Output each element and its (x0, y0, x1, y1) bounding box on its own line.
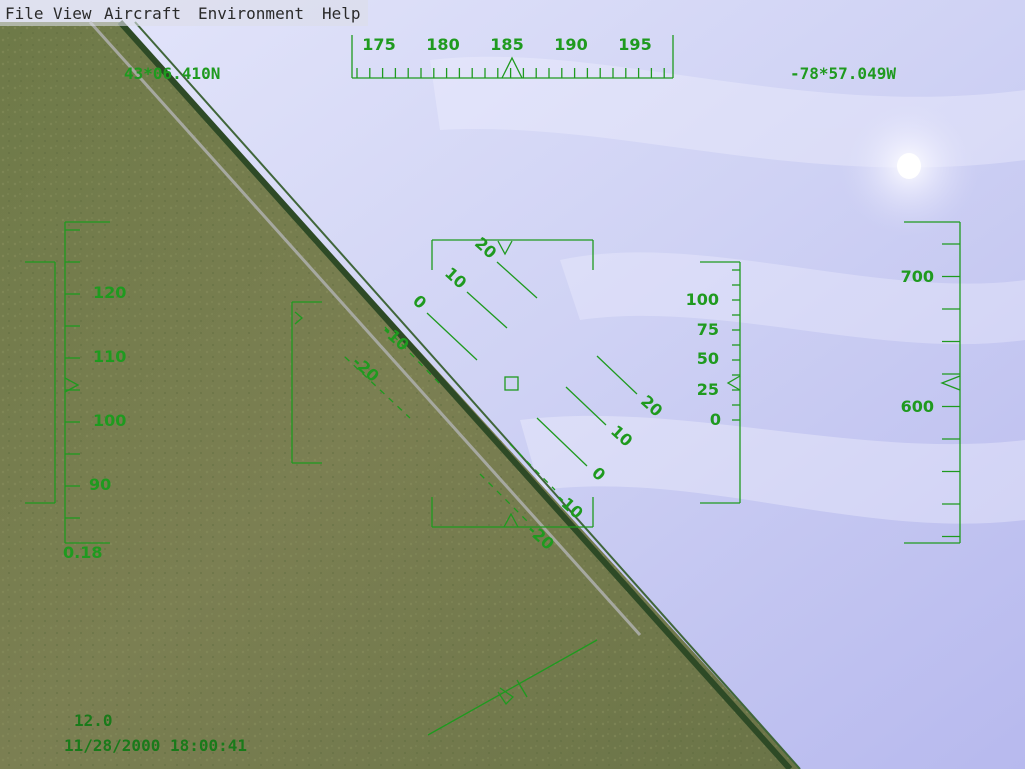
heading-tick-label: 195 (618, 35, 651, 54)
flight-scene: 175 180 185 190 195 120 110 100 90 0.18 (0, 0, 1025, 769)
sun (897, 153, 921, 179)
vsi-tick-label: 0 (710, 410, 721, 429)
readout-value: 12.0 (74, 711, 113, 730)
menu-file[interactable]: File (5, 4, 44, 23)
heading-tick-label: 180 (426, 35, 459, 54)
heading-tick-label: 175 (362, 35, 395, 54)
latitude-readout: 43*06.410N (124, 64, 221, 83)
speed-tick-label: 100 (93, 411, 126, 430)
vsi-tick-label: 75 (697, 320, 719, 339)
vsi-tick-label: 25 (697, 380, 719, 399)
menu-aircraft[interactable]: Aircraft (104, 4, 181, 23)
longitude-readout: -78*57.049W (790, 64, 896, 83)
vsi-tick-label: 100 (686, 290, 719, 309)
altitude-tick-label: 600 (901, 397, 934, 416)
menu-environment[interactable]: Environment (198, 4, 304, 23)
menu-help[interactable]: Help (322, 4, 361, 23)
heading-tick-label: 185 (490, 35, 523, 54)
speed-tick-label: 110 (93, 347, 126, 366)
menu-view[interactable]: View (53, 4, 92, 23)
vsi-tick-label: 50 (697, 349, 719, 368)
heading-tick-label: 190 (554, 35, 587, 54)
altitude-tick-label: 700 (901, 267, 934, 286)
speed-footer: 0.18 (63, 543, 102, 562)
speed-tick-label: 120 (93, 283, 126, 302)
speed-tick-label: 90 (89, 475, 111, 494)
timestamp: 11/28/2000 18:00:41 (64, 736, 248, 755)
